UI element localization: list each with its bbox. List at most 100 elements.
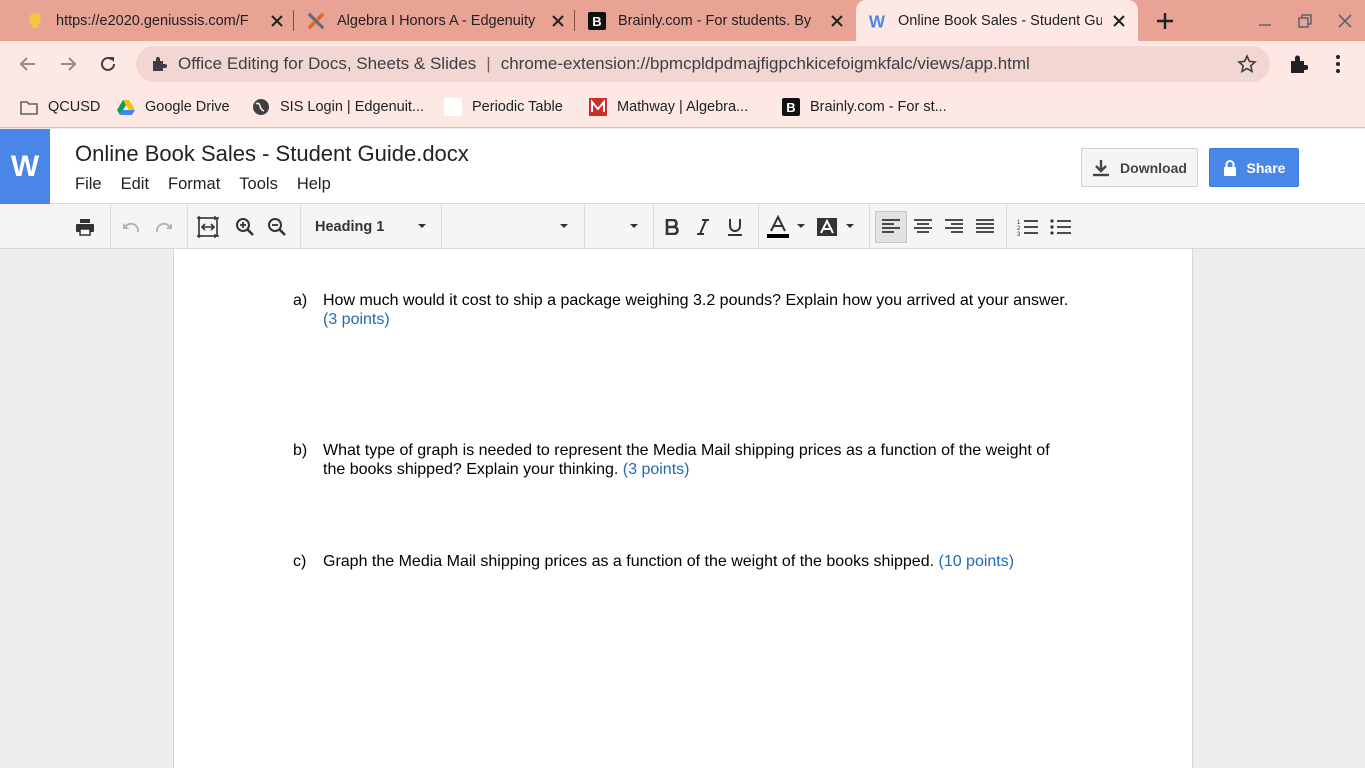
bookmark-qcusd[interactable]: QCUSD	[20, 96, 100, 118]
bold-icon[interactable]	[660, 215, 684, 239]
numbered-list-icon[interactable]: 123	[1016, 215, 1040, 239]
bookmark-label: Periodic Table	[472, 99, 563, 115]
print-icon[interactable]	[73, 215, 97, 239]
bookmark-label: Mathway | Algebra...	[617, 99, 749, 115]
question-label: b)	[293, 442, 308, 459]
close-icon[interactable]	[268, 12, 286, 30]
question-label: a)	[293, 292, 308, 309]
question-label: c)	[293, 553, 307, 570]
highlight-color-icon[interactable]	[815, 215, 839, 239]
tab-strip: https://e2020.geniussis.com/F Algebra I …	[0, 0, 1365, 41]
menu-file[interactable]: File	[75, 175, 102, 194]
bookmark-label: Google Drive	[145, 99, 230, 115]
globe-icon	[252, 98, 270, 116]
undo-icon[interactable]	[119, 215, 143, 239]
bookmark-brainly[interactable]: B Brainly.com - For st...	[782, 96, 947, 118]
download-icon	[1093, 159, 1110, 176]
document-title[interactable]: Online Book Sales - Student Guide.docx	[75, 141, 469, 167]
extension-name: Office Editing for Docs, Sheets & Slides	[178, 54, 477, 73]
word-icon: W	[868, 12, 886, 30]
share-label: Share	[1246, 159, 1286, 176]
align-left-icon[interactable]	[875, 211, 907, 243]
question-text: How much would it cost to ship a package…	[323, 292, 1069, 309]
document-page[interactable]: a) How much would it cost to ship a pack…	[173, 249, 1193, 768]
bookmark-label: Brainly.com - For st...	[810, 99, 947, 115]
extensions-icon[interactable]	[1285, 51, 1311, 77]
menu-help[interactable]: Help	[297, 175, 331, 194]
close-icon[interactable]	[828, 12, 846, 30]
tab-geniussis[interactable]: https://e2020.geniussis.com/F	[26, 0, 286, 41]
download-button[interactable]: Download	[1081, 148, 1198, 187]
word-logo: W	[0, 129, 50, 204]
address-bar[interactable]: Office Editing for Docs, Sheets & Slides…	[136, 46, 1270, 82]
paragraph-style-value: Heading 1	[315, 218, 385, 235]
app-header: W Online Book Sales - Student Guide.docx…	[0, 129, 1365, 204]
brainly-icon: B	[588, 11, 606, 30]
menu-kebab-icon[interactable]	[1325, 51, 1351, 77]
chevron-down-icon	[630, 224, 638, 228]
bookmark-sis-login[interactable]: SIS Login | Edgenuit...	[252, 96, 424, 118]
question-text: Graph the Media Mail shipping prices as …	[323, 553, 935, 570]
close-icon[interactable]	[549, 12, 567, 30]
svg-text:W: W	[869, 12, 886, 30]
redo-icon[interactable]	[152, 215, 176, 239]
star-icon[interactable]	[1236, 53, 1258, 75]
brainly-icon: B	[782, 98, 800, 116]
window-close-icon[interactable]	[1333, 9, 1357, 33]
menu-tools[interactable]: Tools	[239, 175, 278, 194]
bookmark-periodic-table[interactable]: Periodic Table	[444, 96, 563, 118]
blank-page-icon	[444, 98, 462, 116]
font-size-dropdown[interactable]	[592, 212, 647, 241]
browser-toolbar: Office Editing for Docs, Sheets & Slides…	[0, 41, 1365, 86]
tab-title: Brainly.com - For students. By	[618, 12, 812, 29]
back-arrow-icon[interactable]	[15, 51, 41, 77]
mathway-icon	[589, 98, 607, 116]
chevron-down-icon	[846, 224, 854, 228]
align-center-icon[interactable]	[911, 215, 935, 239]
fit-page-icon[interactable]	[196, 215, 220, 239]
text-color-icon[interactable]	[766, 215, 790, 239]
document-canvas[interactable]: a) How much would it cost to ship a pack…	[0, 249, 1365, 768]
bulleted-list-icon[interactable]	[1049, 215, 1073, 239]
folder-icon	[20, 98, 38, 116]
minimize-icon[interactable]	[1253, 9, 1277, 33]
italic-icon[interactable]	[691, 215, 715, 239]
tab-edgenuity[interactable]: Algebra I Honors A - Edgenuity	[307, 0, 567, 41]
paragraph-style-dropdown[interactable]: Heading 1	[315, 212, 435, 241]
chevron-down-icon	[418, 224, 426, 228]
formatting-toolbar: Heading 1 123	[0, 204, 1365, 249]
tab-title: Online Book Sales - Student Gu	[898, 12, 1102, 29]
align-right-icon[interactable]	[942, 215, 966, 239]
tab-online-book-sales[interactable]: W Online Book Sales - Student Gu	[856, 0, 1138, 41]
tab-brainly[interactable]: B Brainly.com - For students. By	[588, 0, 846, 41]
menu-format[interactable]: Format	[168, 175, 220, 194]
reload-icon[interactable]	[95, 51, 121, 77]
lock-icon	[1223, 159, 1236, 176]
edgenuity-icon	[307, 12, 325, 30]
bookmarks-bar: QCUSD Google Drive SIS Login | Edgenuit.…	[0, 86, 1365, 128]
restore-icon[interactable]	[1293, 9, 1317, 33]
lightbulb-icon	[26, 12, 44, 30]
bookmark-label: QCUSD	[48, 99, 101, 115]
google-drive-icon	[117, 98, 135, 116]
menu-bar: File Edit Format Tools Help	[75, 175, 350, 194]
bookmark-google-drive[interactable]: Google Drive	[117, 96, 230, 118]
chevron-down-icon	[797, 224, 805, 228]
close-icon[interactable]	[1110, 12, 1128, 30]
question-points: (10 points)	[938, 553, 1015, 570]
underline-icon[interactable]	[723, 215, 747, 239]
bookmark-mathway[interactable]: Mathway | Algebra...	[589, 96, 748, 118]
menu-edit[interactable]: Edit	[121, 175, 149, 194]
url-separator: |	[486, 54, 491, 73]
share-button[interactable]: Share	[1209, 148, 1299, 187]
url-text: chrome-extension://bpmcpldpdmajfigpchkic…	[500, 54, 1030, 73]
chevron-down-icon	[560, 224, 568, 228]
tab-title: https://e2020.geniussis.com/F	[56, 12, 249, 29]
question-points: (3 points)	[622, 461, 690, 478]
forward-arrow-icon[interactable]	[55, 51, 81, 77]
align-justify-icon[interactable]	[973, 215, 997, 239]
new-tab-button[interactable]	[1152, 8, 1178, 34]
zoom-out-icon[interactable]	[265, 215, 289, 239]
zoom-in-icon[interactable]	[233, 215, 257, 239]
svg-text:3: 3	[1017, 232, 1021, 236]
